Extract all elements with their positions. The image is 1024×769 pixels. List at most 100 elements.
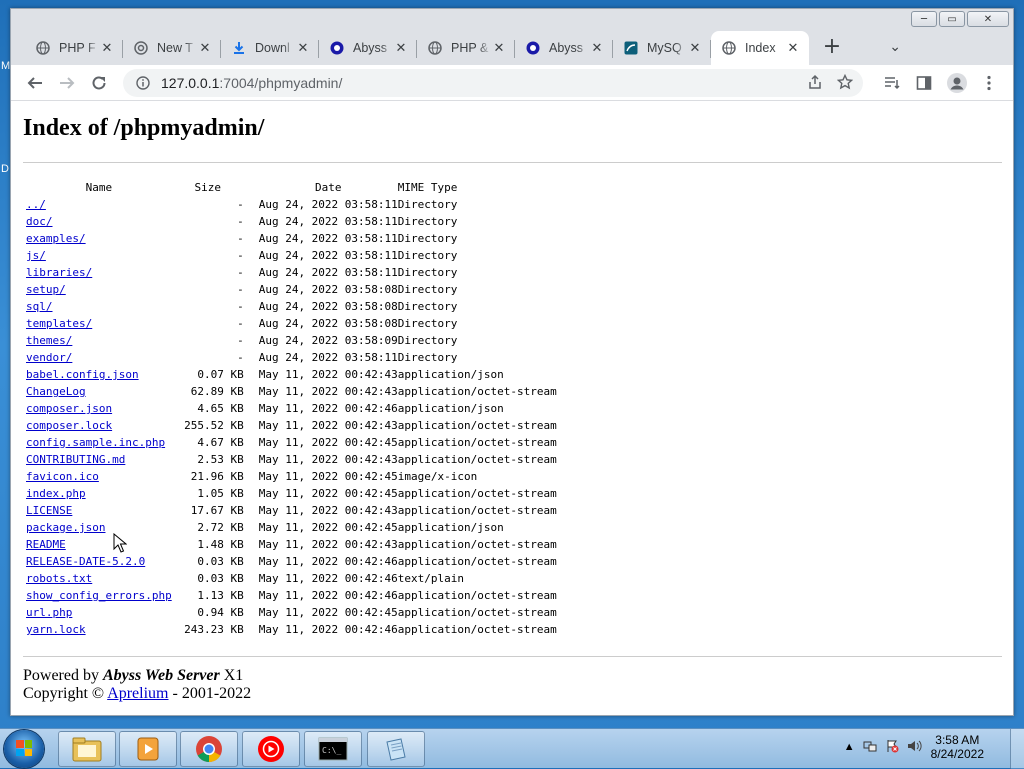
copyright-line: Copyright © Aprelium - 2001-2022 xyxy=(23,685,251,703)
file-link[interactable]: favicon.ico xyxy=(26,470,99,483)
tab[interactable]: Downl ✕ xyxy=(221,31,319,65)
bookmark-star-icon[interactable] xyxy=(836,73,854,94)
column-header-name[interactable]: Name xyxy=(23,179,172,196)
file-link[interactable]: README xyxy=(26,538,66,551)
file-link[interactable]: libraries/ xyxy=(26,266,92,279)
clock[interactable]: 3:58 AM 8/24/2022 xyxy=(931,733,984,761)
profile-avatar-icon[interactable] xyxy=(943,69,971,97)
notepad-icon[interactable] xyxy=(367,731,425,767)
minimize-button[interactable]: ─ xyxy=(911,11,937,27)
chrome-icon[interactable] xyxy=(180,731,238,767)
maximize-button[interactable]: ▭ xyxy=(939,11,965,27)
file-link[interactable]: vendor/ xyxy=(26,351,72,364)
file-link[interactable]: ChangeLog xyxy=(26,385,86,398)
url-path: :7004/phpmyadmin/ xyxy=(219,75,343,91)
media-player-icon[interactable] xyxy=(119,731,177,767)
youtube-music-icon[interactable] xyxy=(242,731,300,767)
mime-cell: Directory xyxy=(397,249,458,262)
size-cell: - xyxy=(237,198,244,211)
file-link[interactable]: sql/ xyxy=(26,300,53,313)
file-link[interactable]: package.json xyxy=(26,521,105,534)
address-bar[interactable]: 127.0.0.1:7004/phpmyadmin/ xyxy=(123,69,863,97)
close-icon[interactable]: ✕ xyxy=(393,40,409,56)
file-link[interactable]: templates/ xyxy=(26,317,92,330)
file-link[interactable]: config.sample.inc.php xyxy=(26,436,165,449)
tab[interactable]: PHP F ✕ xyxy=(25,31,123,65)
close-icon[interactable]: ✕ xyxy=(99,40,115,56)
table-row: composer.json 4.65 KB May 11, 2022 00:42:4… xyxy=(23,400,558,417)
file-link[interactable]: LICENSE xyxy=(26,504,72,517)
tab[interactable]: Abyss ✕ xyxy=(515,31,613,65)
name-cell: themes/ xyxy=(23,332,172,349)
close-icon[interactable]: ✕ xyxy=(785,40,801,56)
date-cell: May 11, 2022 00:42:46 xyxy=(258,589,398,602)
tab-search-chevron-icon[interactable]: ⌄ xyxy=(889,39,901,55)
start-button[interactable] xyxy=(4,730,44,768)
cmd-icon[interactable]: C:\_ xyxy=(304,731,362,767)
file-link[interactable]: index.php xyxy=(26,487,86,500)
tab[interactable]: PHP & ✕ xyxy=(417,31,515,65)
size-cell: - xyxy=(237,334,244,347)
column-header-mime[interactable]: MIME Type xyxy=(398,179,558,196)
reading-list-icon[interactable] xyxy=(878,69,906,97)
abyss-icon xyxy=(329,40,345,56)
tab-active[interactable]: Index ✕ xyxy=(711,31,809,65)
action-center-flag-icon[interactable] xyxy=(885,739,899,756)
close-icon[interactable]: ✕ xyxy=(687,40,703,56)
name-cell: package.json xyxy=(23,519,172,536)
file-link[interactable]: themes/ xyxy=(26,334,72,347)
show-hidden-icons-icon[interactable]: ▲ xyxy=(844,741,855,753)
file-link[interactable]: js/ xyxy=(26,249,46,262)
column-header-size[interactable]: Size xyxy=(172,179,244,196)
tab[interactable]: MySQ ✕ xyxy=(613,31,711,65)
browser-window: ─ ▭ ✕ PHP F ✕ New T ✕ Downl ✕ Abyss ✕ PH… xyxy=(10,8,1014,716)
close-icon[interactable]: ✕ xyxy=(491,40,507,56)
file-link[interactable]: show_config_errors.php xyxy=(26,589,172,602)
size-cell: - xyxy=(237,232,244,245)
network-icon[interactable] xyxy=(863,739,877,756)
file-link[interactable]: composer.lock xyxy=(26,419,112,432)
menu-kebab-icon[interactable] xyxy=(975,69,1003,97)
company-link[interactable]: Aprelium xyxy=(107,685,168,702)
file-link[interactable]: ../ xyxy=(26,198,46,211)
file-link[interactable]: babel.config.json xyxy=(26,368,139,381)
back-button[interactable] xyxy=(21,69,49,97)
file-link[interactable]: RELEASE-DATE-5.2.0 xyxy=(26,555,145,568)
directory-listing: Name Size Date MIME Type ../ - Aug 24, 202… xyxy=(23,179,558,638)
column-header-date[interactable]: Date xyxy=(244,179,398,196)
share-icon[interactable] xyxy=(807,74,823,94)
file-link[interactable]: doc/ xyxy=(26,215,53,228)
explorer-icon[interactable] xyxy=(58,731,116,767)
close-window-button[interactable]: ✕ xyxy=(967,11,1009,27)
show-desktop-button[interactable] xyxy=(1010,729,1024,769)
size-cell: - xyxy=(237,266,244,279)
mime-cell: application/octet-stream xyxy=(397,555,557,568)
reload-button[interactable] xyxy=(85,69,113,97)
close-icon[interactable]: ✕ xyxy=(197,40,213,56)
file-link[interactable]: CONTRIBUTING.md xyxy=(26,453,125,466)
file-link[interactable]: composer.json xyxy=(26,402,112,415)
new-tab-button[interactable]: + xyxy=(817,33,847,63)
tab[interactable]: New T ✕ xyxy=(123,31,221,65)
side-panel-icon[interactable] xyxy=(910,69,938,97)
taskbar: C:\_ ▲ 3:58 AM 8/24/2022 xyxy=(0,728,1024,769)
table-row: robots.txt 0.03 KB May 11, 2022 00:42:46 te… xyxy=(23,570,558,587)
name-cell: setup/ xyxy=(23,281,172,298)
volume-icon[interactable] xyxy=(907,739,923,756)
info-icon[interactable] xyxy=(135,75,151,91)
close-icon[interactable]: ✕ xyxy=(295,40,311,56)
size-cell: - xyxy=(237,351,244,364)
close-icon[interactable]: ✕ xyxy=(589,40,605,56)
file-link[interactable]: url.php xyxy=(26,606,72,619)
globe-icon xyxy=(427,40,443,56)
server-version: X1 xyxy=(219,667,244,684)
date-cell: Aug 24, 2022 03:58:11 xyxy=(258,215,398,228)
size-cell: 2.72 KB xyxy=(197,521,244,534)
forward-button[interactable] xyxy=(53,69,81,97)
file-link[interactable]: robots.txt xyxy=(26,572,92,585)
tab[interactable]: Abyss ✕ xyxy=(319,31,417,65)
file-link[interactable]: yarn.lock xyxy=(26,623,86,636)
file-link[interactable]: setup/ xyxy=(26,283,66,296)
file-link[interactable]: examples/ xyxy=(26,232,86,245)
powered-by-label: Powered by xyxy=(23,667,103,684)
